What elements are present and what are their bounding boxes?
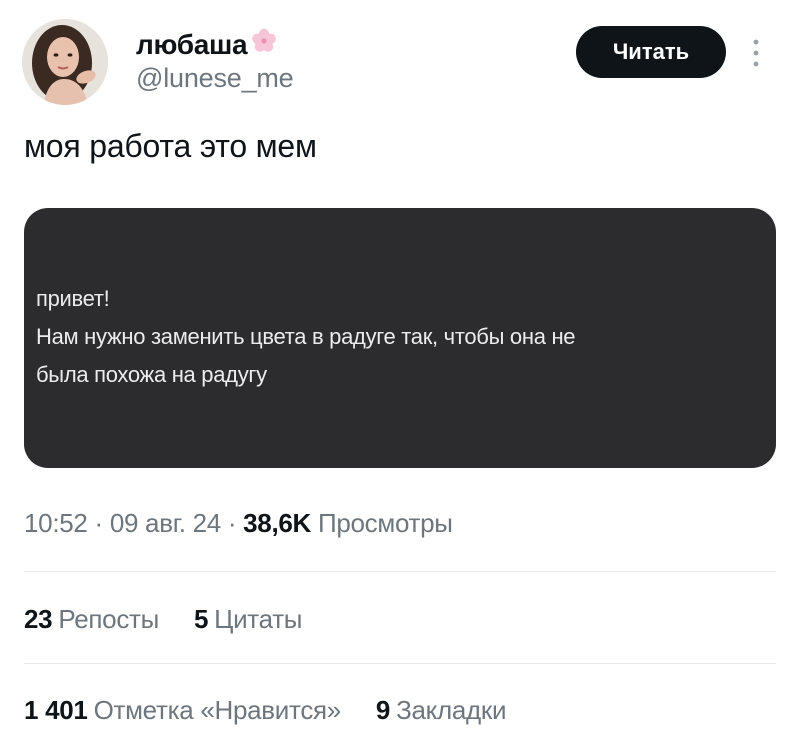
media-text-line: привет! — [36, 286, 110, 311]
tweet-media-image[interactable]: привет! Нам нужно заменить цвета в радуг… — [24, 208, 776, 468]
views-count: 38,6K — [243, 508, 312, 538]
quotes-count: 5 — [193, 604, 209, 634]
bookmarks-stat[interactable]: 9 Закладки — [375, 695, 507, 726]
engagement-row-reposts: 23 Репосты 5 Цитаты — [24, 604, 330, 635]
meta-separator: · — [94, 508, 104, 538]
tweet-date[interactable]: 09 авг. 24 — [110, 508, 221, 538]
tweet-time[interactable]: 10:52 — [24, 508, 88, 538]
quotes-stat[interactable]: 5 Цитаты — [193, 604, 303, 635]
cherry-blossom-icon — [249, 26, 279, 56]
more-vertical-icon[interactable] — [748, 36, 764, 70]
divider — [24, 663, 776, 664]
user-avatar-image — [22, 19, 108, 105]
reposts-stat[interactable]: 23 Репосты — [24, 604, 159, 635]
likes-count: 1 401 — [24, 695, 88, 725]
avatar[interactable] — [22, 19, 108, 105]
author-name-row[interactable]: любаша — [136, 28, 279, 62]
reposts-count: 23 — [24, 604, 53, 634]
meta-separator: · — [227, 508, 237, 538]
media-text-line: Нам нужно заменить цвета в радуге так, ч… — [36, 324, 576, 349]
likes-label: Отметка «Нравится» — [93, 695, 342, 725]
engagement-row-likes: 1 401 Отметка «Нравится» 9 Закладки — [24, 695, 534, 726]
bookmarks-count: 9 — [375, 695, 391, 725]
media-text-line: была похожа на радугу — [36, 362, 267, 387]
reposts-label: Репосты — [58, 604, 160, 634]
author-handle[interactable]: @lunese_me — [136, 63, 294, 94]
bookmarks-label: Закладки — [396, 695, 507, 725]
quotes-label: Цитаты — [214, 604, 303, 634]
divider — [24, 571, 776, 572]
tweet-text: моя работа это мем — [24, 128, 317, 164]
views-label: Просмотры — [317, 508, 453, 538]
follow-button[interactable]: Читать — [576, 26, 726, 78]
likes-stat[interactable]: 1 401 Отметка «Нравится» — [24, 695, 341, 726]
author-display-name[interactable]: любаша — [136, 29, 248, 61]
tweet-meta: 10:52 · 09 авг. 24 · 38,6K Просмотры — [24, 508, 453, 539]
